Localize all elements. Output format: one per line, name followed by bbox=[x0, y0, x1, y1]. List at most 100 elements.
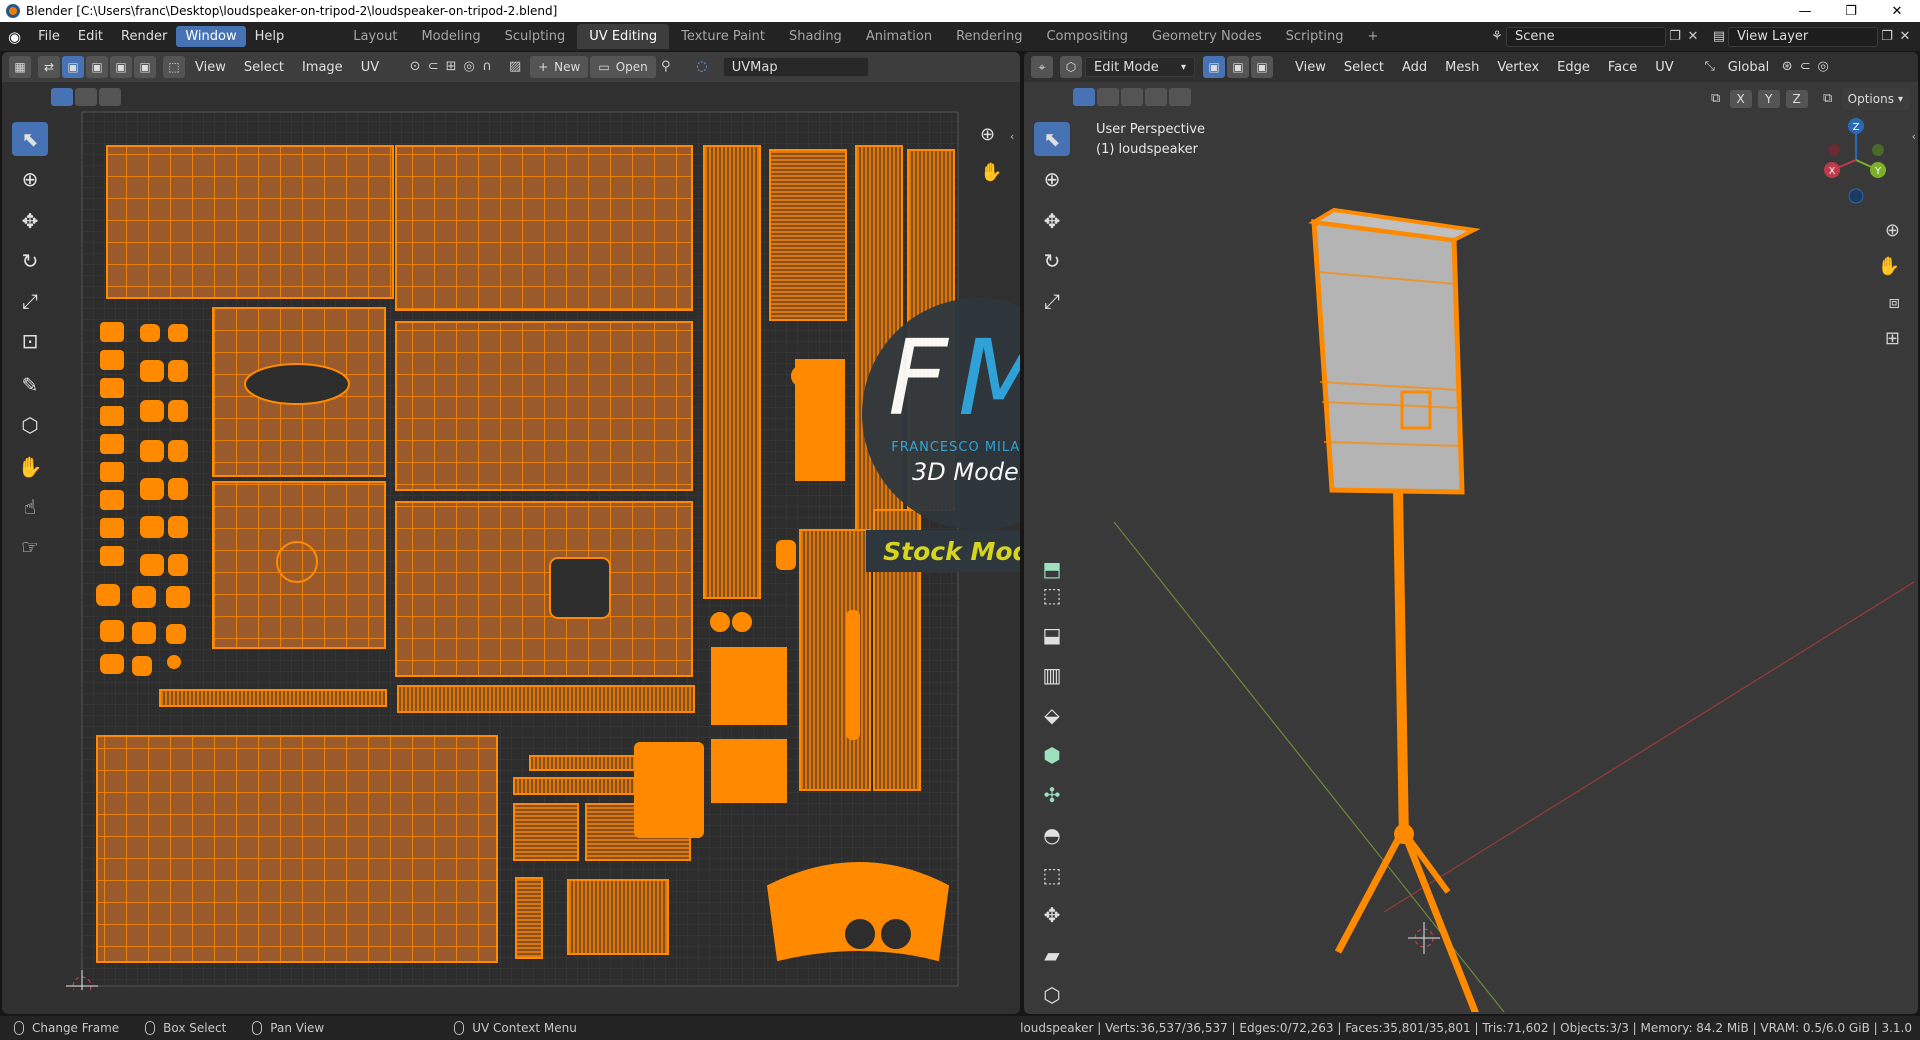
viewport-editor-type-icon[interactable]: ⌖ bbox=[1031, 56, 1053, 78]
vp-zoom-icon[interactable]: ⊕ bbox=[1885, 220, 1900, 241]
vp-menu-vertex[interactable]: Vertex bbox=[1488, 57, 1548, 78]
vp-tool-edge-slide-icon[interactable]: ⬚ bbox=[1034, 858, 1070, 892]
editor-type-icon[interactable]: ▦ bbox=[9, 56, 31, 78]
vp-tool-shrink-icon[interactable]: ✥ bbox=[1034, 898, 1070, 932]
vp-tool-polybuild-icon[interactable]: ⬢ bbox=[1034, 738, 1070, 772]
vp-tool-inset-icon[interactable]: ⬚ bbox=[1034, 578, 1070, 612]
vp-tool-bevel-icon[interactable]: ⬓ bbox=[1034, 618, 1070, 652]
tool-select-icon[interactable]: ⬉ bbox=[12, 122, 48, 156]
tab-geometry-nodes[interactable]: Geometry Nodes bbox=[1140, 24, 1274, 49]
vp-tool-rotate-icon[interactable]: ↻ bbox=[1034, 244, 1070, 278]
topology-mirror-icon[interactable]: ⧉ bbox=[1819, 90, 1837, 108]
mode-dropdown[interactable]: Edit Mode ▾ bbox=[1085, 57, 1195, 77]
gizmo-x[interactable]: X bbox=[1829, 166, 1836, 177]
gizmo-z[interactable]: Z bbox=[1853, 122, 1860, 133]
new-scene-icon[interactable]: ❐ bbox=[1666, 28, 1684, 46]
falloff-icon[interactable]: ∩ bbox=[478, 58, 496, 76]
tab-texture-paint[interactable]: Texture Paint bbox=[669, 24, 777, 49]
vp-tool-knife-icon[interactable]: ⬙ bbox=[1034, 698, 1070, 732]
tab-shading[interactable]: Shading bbox=[777, 24, 854, 49]
mirror-x-button[interactable]: X bbox=[1729, 90, 1752, 108]
orientation-value[interactable]: Global bbox=[1719, 57, 1778, 78]
island-select-icon[interactable]: ▣ bbox=[134, 56, 156, 78]
tool-scale-icon[interactable]: ⤢ bbox=[12, 284, 48, 318]
pan-hand-icon[interactable]: ✋ bbox=[980, 162, 1002, 183]
pin-icon[interactable]: ⚲ bbox=[657, 58, 675, 76]
vp-tool-shear-icon[interactable]: ▰ bbox=[1034, 938, 1070, 972]
vp-select-invert-icon[interactable] bbox=[1145, 88, 1167, 106]
close-button[interactable]: ✕ bbox=[1874, 0, 1920, 22]
uvmap-field[interactable]: UVMap bbox=[722, 57, 869, 77]
pivot-point-icon[interactable]: ⊛ bbox=[1778, 58, 1796, 76]
vp-menu-select[interactable]: Select bbox=[1335, 57, 1393, 78]
viewport-scene[interactable] bbox=[1084, 112, 1914, 1012]
tool-rip-icon[interactable]: ⬡ bbox=[12, 408, 48, 442]
tab-modeling[interactable]: Modeling bbox=[409, 24, 492, 49]
menu-render[interactable]: Render bbox=[112, 26, 176, 47]
overlay-icon[interactable]: ◌ bbox=[693, 58, 711, 76]
gizmo-y[interactable]: Y bbox=[1874, 166, 1882, 177]
tool-cursor-icon[interactable]: ⊕ bbox=[12, 162, 48, 196]
mirror-z-button[interactable]: Z bbox=[1785, 90, 1808, 108]
tool-grab-icon[interactable]: ✋ bbox=[12, 450, 48, 484]
uv-sync-icon[interactable]: ⇄ bbox=[38, 56, 60, 78]
vp-select-intersect-icon[interactable] bbox=[1169, 88, 1191, 106]
tab-sculpting[interactable]: Sculpting bbox=[493, 24, 578, 49]
ortho-toggle-icon[interactable]: ⊞ bbox=[1885, 328, 1900, 349]
sticky-select-icon[interactable]: ⬚ bbox=[163, 56, 185, 78]
select-mode-new-icon[interactable] bbox=[51, 88, 73, 106]
vp-tool-scale-icon[interactable]: ⤢ bbox=[1034, 284, 1070, 318]
edge-select-icon[interactable]: ▣ bbox=[86, 56, 108, 78]
vp-tool-select-icon[interactable]: ⬉ bbox=[1034, 122, 1070, 156]
tab-uv-editing[interactable]: UV Editing bbox=[577, 24, 670, 49]
scene-icon[interactable]: ⚘ bbox=[1488, 28, 1506, 46]
vp-select-extend-icon[interactable] bbox=[1097, 88, 1119, 106]
sidebar-toggle-icon[interactable]: ‹ bbox=[1010, 130, 1014, 143]
vp-tool-cursor-icon[interactable]: ⊕ bbox=[1034, 162, 1070, 196]
mirror-icon[interactable]: ⧉ bbox=[1707, 90, 1725, 108]
face-select-icon[interactable]: ▣ bbox=[110, 56, 132, 78]
image-browse-icon[interactable]: ▨ bbox=[506, 58, 524, 76]
orientation-icon[interactable]: ⤡ bbox=[1701, 58, 1719, 76]
tab-animation[interactable]: Animation bbox=[854, 24, 944, 49]
tab-layout[interactable]: Layout bbox=[341, 24, 409, 49]
vertex-mode-icon[interactable]: ▣ bbox=[1203, 56, 1225, 78]
tool-annotate-icon[interactable]: ✎ bbox=[12, 368, 48, 402]
menu-file[interactable]: File bbox=[29, 26, 69, 47]
vp-select-new-icon[interactable] bbox=[1073, 88, 1095, 106]
vp-menu-edge[interactable]: Edge bbox=[1548, 57, 1599, 78]
camera-view-icon[interactable]: ⧈ bbox=[1889, 292, 1900, 313]
menu-window[interactable]: Window bbox=[176, 26, 246, 47]
new-view-layer-icon[interactable]: ❐ bbox=[1878, 28, 1896, 46]
uv-menu-select[interactable]: Select bbox=[235, 57, 293, 78]
maximize-button[interactable]: ❐ bbox=[1828, 0, 1874, 22]
remove-view-layer-icon[interactable]: ✕ bbox=[1896, 28, 1914, 46]
select-mode-subtract-icon[interactable] bbox=[99, 88, 121, 106]
remove-scene-icon[interactable]: ✕ bbox=[1684, 28, 1702, 46]
vp-tool-move-icon[interactable]: ✥ bbox=[1034, 204, 1070, 238]
blender-menu-icon[interactable]: ◉ bbox=[0, 28, 29, 46]
uv-menu-view[interactable]: View bbox=[186, 57, 235, 78]
view-layer-icon[interactable]: ▤ bbox=[1710, 28, 1728, 46]
mirror-y-button[interactable]: Y bbox=[1757, 90, 1780, 108]
tool-relax-icon[interactable]: ☝ bbox=[12, 490, 48, 524]
tab-rendering[interactable]: Rendering bbox=[944, 24, 1034, 49]
face-mode-icon[interactable]: ▣ bbox=[1251, 56, 1273, 78]
snap-icon[interactable]: ⊂ bbox=[424, 58, 442, 76]
select-mode-extend-icon[interactable] bbox=[75, 88, 97, 106]
minimize-button[interactable]: — bbox=[1782, 0, 1828, 22]
options-dropdown[interactable]: Options ▾ bbox=[1841, 88, 1909, 110]
vp-menu-view[interactable]: View bbox=[1286, 57, 1335, 78]
scene-field[interactable]: Scene bbox=[1506, 26, 1666, 47]
uv-menu-image[interactable]: Image bbox=[293, 57, 352, 78]
menu-edit[interactable]: Edit bbox=[69, 26, 112, 47]
edge-mode-icon[interactable]: ▣ bbox=[1227, 56, 1249, 78]
zoom-icon[interactable]: ⊕ bbox=[980, 124, 995, 145]
vp-tool-spin-icon[interactable]: ✣ bbox=[1034, 778, 1070, 812]
navigation-gizmo[interactable]: Z Y X bbox=[1816, 116, 1896, 206]
tab-scripting[interactable]: Scripting bbox=[1274, 24, 1356, 49]
tool-pinch-icon[interactable]: ☞ bbox=[12, 530, 48, 564]
view-layer-field[interactable]: View Layer bbox=[1728, 26, 1878, 47]
uv-canvas[interactable] bbox=[60, 110, 960, 990]
tool-move-icon[interactable]: ✥ bbox=[12, 204, 48, 238]
